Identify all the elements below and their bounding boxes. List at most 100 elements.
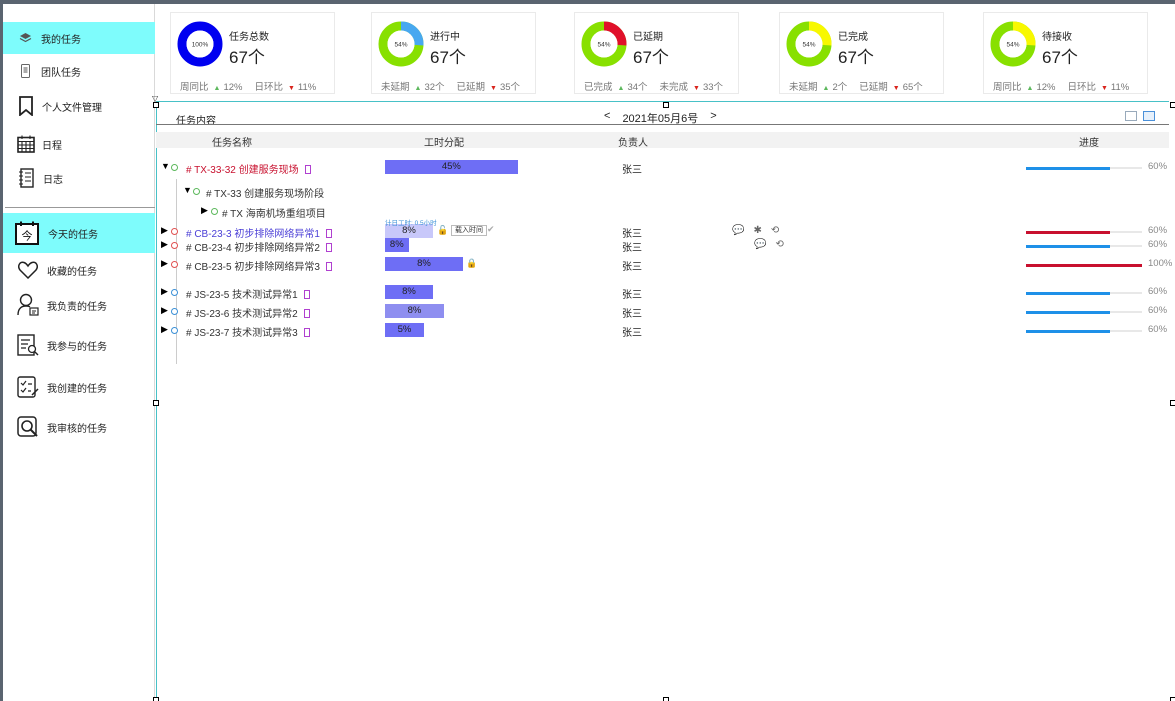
comment-icon[interactable]: 💬 xyxy=(732,225,744,236)
resize-handle[interactable] xyxy=(153,400,159,406)
sidebar-item-participated-tasks[interactable]: 我参与的任务 xyxy=(3,328,155,362)
owner-name: 张三 xyxy=(622,262,642,273)
list-view-icon[interactable] xyxy=(1125,111,1137,121)
sidebar-item-label: 我的任务 xyxy=(41,34,81,46)
expand-toggle-icon[interactable]: ▶ xyxy=(201,205,208,216)
table-row[interactable]: ▶ # JS-23-5 技术测试异常1 8% 张三 60% xyxy=(156,285,1169,301)
svg-text:100%: 100% xyxy=(192,42,209,49)
resize-handle[interactable] xyxy=(663,102,669,108)
status-dot xyxy=(171,242,178,249)
calendar-today-icon: 今 xyxy=(14,221,40,245)
task-name[interactable]: # TX-33 创建服务现场阶段 xyxy=(206,185,324,200)
column-header-allocation: 工时分配 xyxy=(424,138,464,149)
resize-handle[interactable] xyxy=(1170,400,1175,406)
load-time-button[interactable]: 载入时间 xyxy=(451,225,487,236)
task-name[interactable]: # JS-23-5 技术测试异常1 xyxy=(186,286,310,301)
table-row[interactable]: ▶ # JS-23-6 技术测试异常2 8% 张三 60% xyxy=(156,304,1169,320)
tag-icon xyxy=(303,309,310,318)
stat-card[interactable]: 54% 已延期 67个 已完成 ▲ 34个 未完成 ▼ 33个 xyxy=(574,12,739,94)
status-dot xyxy=(171,308,178,315)
stat-card[interactable]: 54% 已完成 67个 未延期 ▲ 2个 已延期 ▼ 65个 xyxy=(779,12,944,94)
progress-percent: 60% xyxy=(1148,225,1168,236)
expand-toggle-icon[interactable]: ▶ xyxy=(161,258,168,269)
task-name[interactable]: # JS-23-6 技术测试异常2 xyxy=(186,305,310,320)
sidebar-item-schedule[interactable]: 日程 xyxy=(3,128,155,160)
allocation-bar[interactable]: 8% xyxy=(385,238,409,252)
check-icon[interactable]: ✔ xyxy=(487,224,495,235)
table-row[interactable]: ▼ # TX-33 创建服务现场阶段 xyxy=(156,184,1169,200)
task-name-text: # JS-23-5 技术测试异常1 xyxy=(186,290,298,301)
sidebar-item-favorite-tasks[interactable]: 收藏的任务 xyxy=(3,254,155,286)
tag-icon xyxy=(303,328,310,337)
stat-count: 67个 xyxy=(838,48,874,67)
grid-view-icon[interactable] xyxy=(1143,111,1155,121)
stat-foot-label: 未完成 xyxy=(659,82,689,93)
table-row[interactable]: ▼ # TX-33-32 创建服务现场 45% 张三 60% xyxy=(156,160,1169,176)
expand-toggle-icon[interactable]: ▶ xyxy=(161,324,168,335)
stat-footer: 已完成 ▲ 34个 未完成 ▼ 33个 xyxy=(584,79,723,93)
progress-fill xyxy=(1026,166,1110,170)
tasks-edit-icon xyxy=(16,375,40,399)
svg-text:今: 今 xyxy=(22,229,33,243)
task-name[interactable]: # TX 海南机场重组项目 xyxy=(222,205,326,220)
sidebar-item-created-tasks[interactable]: 我创建的任务 xyxy=(3,370,155,404)
allocation-bar[interactable]: 45% xyxy=(385,160,518,174)
allocation-bar[interactable]: 8% xyxy=(385,257,463,271)
table-row[interactable]: ▶ # CB-23-4 初步排除网络异常2 8% 张三 60% 💬 ⟲ xyxy=(156,238,1169,254)
stat-foot-value: 11% xyxy=(297,82,317,93)
expand-toggle-icon[interactable]: ▼ xyxy=(183,185,192,195)
stat-foot-value: 65个 xyxy=(902,82,923,93)
refresh-icon[interactable]: ⟲ xyxy=(775,239,783,250)
expand-toggle-icon[interactable]: ▶ xyxy=(161,305,168,316)
table-row[interactable]: ▶ # JS-23-7 技术测试异常3 5% 张三 60% xyxy=(156,323,1169,339)
task-name[interactable]: # CB-23-5 初步排除网络异常3 xyxy=(186,258,332,273)
sidebar-item-personal-files[interactable]: 个人文件管理 xyxy=(3,90,155,122)
task-name[interactable]: # TX-33-32 创建服务现场 xyxy=(186,161,311,176)
sidebar-item-review-tasks[interactable]: 我审核的任务 xyxy=(3,410,155,444)
stat-title: 进行中 xyxy=(430,32,460,43)
allocation-bar[interactable]: 5% xyxy=(385,323,424,337)
expand-toggle-icon[interactable]: ▶ xyxy=(161,239,168,250)
expand-toggle-icon[interactable]: ▶ xyxy=(161,286,168,297)
down-arrow-icon: ▼ xyxy=(490,85,497,92)
resize-handle[interactable] xyxy=(1170,102,1175,108)
anchor-marker-icon: ▽ xyxy=(152,94,159,103)
resize-handle[interactable] xyxy=(1170,697,1175,701)
sidebar-item-label: 我参与的任务 xyxy=(47,341,107,353)
task-name[interactable]: # JS-23-7 技术测试异常3 xyxy=(186,324,310,339)
sidebar-item-log[interactable]: 日志 xyxy=(3,162,155,194)
pin-icon[interactable]: ✱ xyxy=(753,225,761,236)
stat-foot-label: 周同比 xyxy=(180,82,209,93)
expand-toggle-icon[interactable]: ▶ xyxy=(161,225,168,236)
tag-icon xyxy=(303,290,310,299)
refresh-icon[interactable]: ⟲ xyxy=(771,225,779,236)
progress-percent: 60% xyxy=(1148,305,1168,316)
unlock-icon[interactable]: 🔓 xyxy=(437,225,448,236)
allocation-bar[interactable]: 8% xyxy=(385,285,433,299)
sidebar-item-responsible-tasks[interactable]: 我负责的任务 xyxy=(3,288,155,322)
resize-handle[interactable] xyxy=(663,697,669,701)
stat-card[interactable]: 54% 进行中 67个 未延期 ▲ 32个 已延期 ▼ 35个 xyxy=(371,12,536,94)
row-actions: 💬 ✱ ⟲ xyxy=(732,225,779,236)
stat-title: 任务总数 xyxy=(229,32,269,43)
progress-percent: 60% xyxy=(1148,161,1168,172)
allocation-bar[interactable]: 8% xyxy=(385,304,444,318)
progress-fill xyxy=(1026,263,1142,267)
sidebar-item-today-tasks[interactable]: 今 今天的任务 xyxy=(3,213,155,253)
sidebar-divider xyxy=(5,207,155,208)
status-dot xyxy=(171,228,178,235)
task-name[interactable]: # CB-23-4 初步排除网络异常2 xyxy=(186,239,332,254)
stat-card[interactable]: 100% 任务总数 67个 周同比 ▲ 12% 日环比 ▼ 11% xyxy=(170,12,335,94)
sidebar-item-team-tasks[interactable]: 团队任务 xyxy=(3,56,155,86)
up-arrow-icon: ▲ xyxy=(213,85,221,92)
table-row[interactable]: ▶ # TX 海南机场重组项目 xyxy=(156,204,1169,220)
resize-handle[interactable] xyxy=(153,697,159,701)
sidebar-item-label: 日志 xyxy=(43,174,63,186)
expand-toggle-icon[interactable]: ▼ xyxy=(161,161,170,171)
table-row[interactable]: ▶ # CB-23-5 初步排除网络异常3 8% 张三 100% 🔒 xyxy=(156,257,1172,273)
lock-icon[interactable]: 🔒 xyxy=(466,258,477,269)
comment-icon[interactable]: 💬 xyxy=(754,239,766,250)
down-arrow-icon: ▼ xyxy=(287,85,295,92)
sidebar-item-my-tasks[interactable]: 我的任务 xyxy=(3,22,155,54)
stat-card[interactable]: 54% 待接收 67个 周同比 ▲ 12% 日环比 ▼ 11% xyxy=(983,12,1148,94)
